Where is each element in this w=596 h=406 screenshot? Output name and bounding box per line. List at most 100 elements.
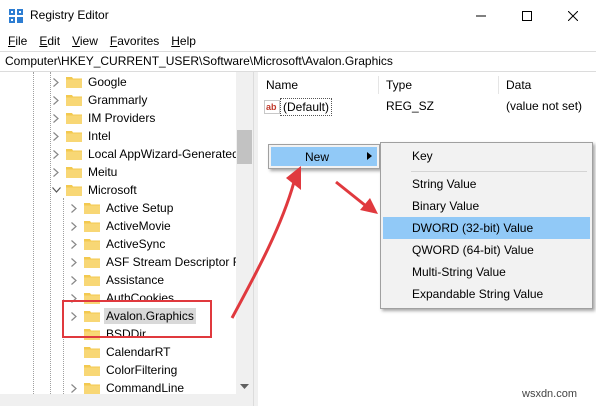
title-bar: Registry Editor (0, 0, 596, 31)
chevron-right-icon[interactable] (50, 109, 62, 127)
menu-separator (411, 171, 587, 172)
tree-item[interactable]: ActiveSync (68, 235, 167, 253)
new-submenu: Key String Value Binary Value DWORD (32-… (380, 142, 593, 309)
column-header-type[interactable]: Type (386, 78, 412, 92)
submenu-item-qword-value[interactable]: QWORD (64-bit) Value (383, 239, 590, 261)
maximize-icon (522, 10, 532, 21)
tree-item-label: IM Providers (88, 111, 156, 125)
menu-item-new-label: New (305, 150, 330, 164)
folder-icon (84, 238, 100, 250)
tree-item-label: ActiveMovie (106, 219, 171, 233)
tree-item[interactable]: ColorFiltering (68, 361, 179, 379)
watermark: wsxdn.com (522, 388, 578, 400)
tree-item[interactable]: Microsoft (50, 181, 139, 199)
tree-horizontal-scrollbar[interactable] (0, 394, 253, 406)
address-bar[interactable]: Computer\HKEY_CURRENT_USER\Software\Micr… (0, 51, 596, 72)
submenu-item-string-value[interactable]: String Value (383, 173, 590, 195)
folder-icon (66, 148, 82, 160)
menu-favorites[interactable]: Favorites (104, 31, 165, 51)
menu-help[interactable]: Help (165, 31, 202, 51)
maximize-button[interactable] (504, 0, 550, 31)
chevron-right-icon[interactable] (50, 163, 62, 181)
column-divider[interactable] (498, 76, 499, 94)
folder-icon (66, 166, 82, 178)
scrollbar-thumb[interactable] (237, 130, 252, 164)
tree-item-label: Assistance (106, 273, 165, 287)
tree-item[interactable]: Grammarly (50, 91, 149, 109)
close-icon (568, 10, 578, 21)
folder-icon (84, 256, 100, 268)
minimize-icon (476, 15, 486, 16)
chevron-right-icon[interactable] (50, 91, 62, 109)
folder-icon (84, 220, 100, 232)
chevron-right-icon (367, 152, 372, 160)
scroll-down-icon[interactable] (240, 384, 249, 390)
tree-item-label: Local AppWizard-Generated (88, 147, 239, 161)
tree-item-label: ActiveSync (106, 237, 166, 251)
chevron-right-icon[interactable] (50, 73, 62, 91)
tree-item-label: CalendarRT (106, 345, 171, 359)
tree-item-label: Intel (88, 129, 111, 143)
tree-item[interactable]: Google (50, 73, 129, 91)
value-row[interactable]: ab (Default) REG_SZ (value not set) (258, 98, 596, 116)
registry-icon (9, 9, 23, 23)
tree-item[interactable]: Meitu (50, 163, 119, 181)
submenu-item-multi-string-value[interactable]: Multi-String Value (383, 261, 590, 283)
chevron-right-icon[interactable] (68, 271, 80, 289)
minimize-button[interactable] (458, 0, 504, 31)
svg-text:ab: ab (266, 102, 277, 112)
annotation-highlight-box (62, 300, 212, 338)
window-title: Registry Editor (30, 8, 109, 22)
tree-item[interactable]: ActiveMovie (68, 217, 173, 235)
chevron-right-icon[interactable] (68, 199, 80, 217)
submenu-item-binary-value[interactable]: Binary Value (383, 195, 590, 217)
menu-item-new[interactable]: New (271, 147, 377, 166)
folder-icon (66, 94, 82, 106)
chevron-right-icon[interactable] (68, 235, 80, 253)
chevron-right-icon[interactable] (50, 127, 62, 145)
tree-scrollbar[interactable] (236, 72, 253, 394)
value-type: REG_SZ (386, 99, 435, 113)
chevron-right-icon[interactable] (68, 253, 80, 271)
context-menu: New (268, 144, 380, 169)
folder-icon (84, 274, 100, 286)
tree-item-label: Active Setup (106, 201, 174, 215)
tree-pane: Google Grammarly IM Providers Intel Local Ap… (0, 72, 253, 406)
folder-icon (66, 130, 82, 142)
tree-item[interactable]: IM Providers (50, 109, 157, 127)
column-header-data[interactable]: Data (506, 78, 531, 92)
tree-item-label: Microsoft (88, 183, 137, 197)
menu-bar: File Edit View Favorites Help (0, 31, 596, 51)
folder-icon (66, 112, 82, 124)
tree-item-label: ColorFiltering (106, 363, 178, 377)
menu-view[interactable]: View (66, 31, 104, 51)
menu-edit[interactable]: Edit (33, 31, 66, 51)
submenu-item-key[interactable]: Key (383, 145, 590, 167)
folder-icon (84, 346, 100, 358)
column-header-name[interactable]: Name (266, 78, 298, 92)
folder-icon (84, 202, 100, 214)
tree-item[interactable]: CalendarRT (68, 343, 172, 361)
submenu-item-expandable-string-value[interactable]: Expandable String Value (383, 283, 590, 305)
tree-item[interactable]: Assistance (68, 271, 166, 289)
tree-item-label: ASF Stream Descriptor Fi (106, 255, 243, 269)
tree-item[interactable]: ASF Stream Descriptor Fi (68, 253, 245, 271)
tree-item[interactable]: Local AppWizard-Generated (50, 145, 241, 163)
tree-item[interactable]: Intel (50, 127, 113, 145)
tree-guide-line (33, 72, 34, 406)
close-button[interactable] (550, 0, 596, 31)
chevron-right-icon[interactable] (68, 217, 80, 235)
folder-icon (84, 364, 100, 376)
folder-icon (66, 184, 82, 196)
tree-item-label: Grammarly (88, 93, 148, 107)
submenu-item-dword-value[interactable]: DWORD (32-bit) Value (383, 217, 590, 239)
column-divider[interactable] (378, 76, 379, 94)
menu-file[interactable]: File (2, 31, 33, 51)
chevron-down-icon[interactable] (50, 181, 62, 199)
tree-item[interactable]: Active Setup (68, 199, 175, 217)
folder-icon (66, 76, 82, 88)
value-data: (value not set) (506, 99, 583, 113)
chevron-right-icon[interactable] (50, 145, 62, 163)
